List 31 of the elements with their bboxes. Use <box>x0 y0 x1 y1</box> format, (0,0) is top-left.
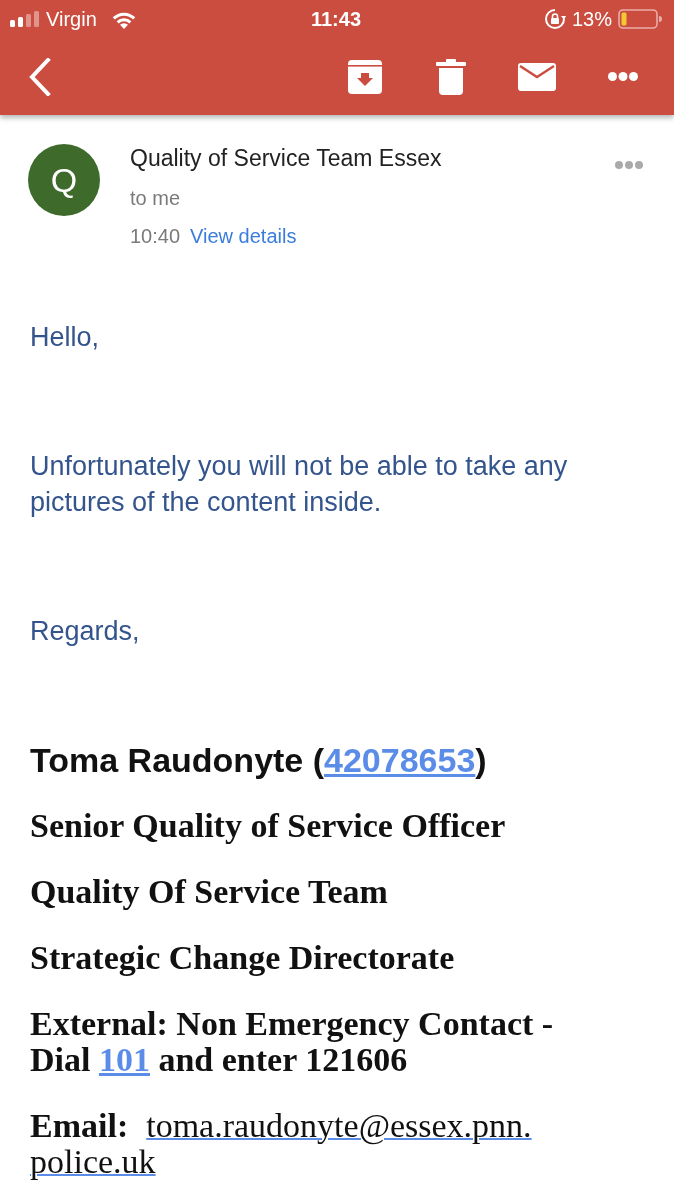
more-icon <box>615 161 643 169</box>
phone-link[interactable]: 101 <box>98 1041 150 1078</box>
rotation-lock-icon <box>543 8 566 30</box>
email-link[interactable]: toma.raudonyte@essex.pnn. <box>146 1108 532 1144</box>
archive-icon <box>348 59 382 94</box>
mail-icon <box>518 62 556 91</box>
sender-name: Quality of Service Team Essex <box>130 144 443 172</box>
trash-icon <box>436 58 466 95</box>
recipient-text: to me <box>130 186 181 211</box>
status-time: 11:43 <box>310 7 362 31</box>
battery-icon <box>618 9 662 29</box>
battery-percent: 13% <box>571 7 612 31</box>
message-more-button[interactable] <box>614 158 644 172</box>
contact-info: External: Non Emergency Contact - Dial 101 and enter 121606 <box>30 1006 555 1078</box>
email-link[interactable]: police.uk <box>30 1144 156 1180</box>
phone-link[interactable]: 42078653 <box>324 741 476 779</box>
body-text: Regards, <box>30 615 141 648</box>
signal-icon <box>10 11 40 27</box>
view-details-link[interactable]: View details <box>190 222 297 250</box>
signature-line: Senior Quality of Service Officer <box>30 808 507 844</box>
sender-avatar: Q <box>28 144 100 216</box>
more-icon <box>608 72 638 81</box>
signature-line: Quality Of Service Team <box>30 874 389 910</box>
signature-name: Toma Raudonyte (42078653) <box>30 742 488 778</box>
carrier-name: Virgin <box>46 7 97 31</box>
body-text: Hello, <box>30 321 101 354</box>
message-time: 10:40 <box>130 224 181 249</box>
email-label: Email: <box>30 1108 129 1144</box>
chevron-left-icon <box>29 57 51 96</box>
signature-line: Strategic Change Directorate <box>30 940 456 976</box>
body-text: Unfortunately you will not be able to take any pictures of the content inside. <box>30 450 569 519</box>
